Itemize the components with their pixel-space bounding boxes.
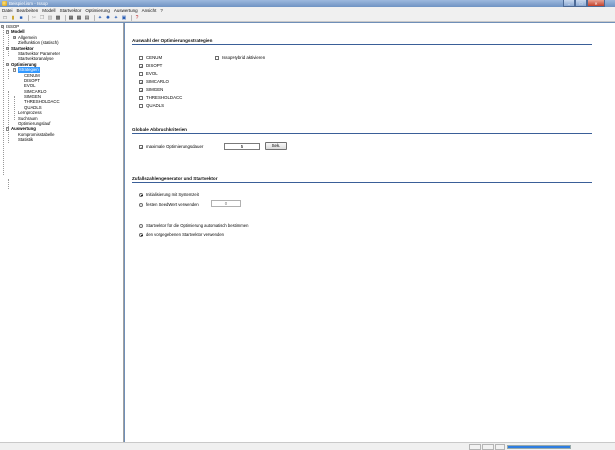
run-icon[interactable]: ✦ [113,15,119,21]
checkbox-box [139,95,143,100]
copy-icon[interactable]: ❐ [39,15,45,21]
menu-ansicht[interactable]: Ansicht [142,8,157,13]
menu-bearbeiten[interactable]: Bearbeiten [17,8,39,13]
collapse-icon[interactable]: − [6,30,10,34]
checkmark-icon: ✓ [139,87,144,93]
checkbox-max-duration[interactable]: ✓ maximale Optimierungsdauer [139,144,203,149]
strategies-section-title: Auswahl der Optimierungsstrategien [132,38,213,43]
menu-auswertung[interactable]: Auswertung [114,8,138,13]
collapse-icon[interactable]: − [6,62,10,67]
checkmark-icon: ✓ [139,79,144,85]
checkmark-icon: ✓ [139,63,144,69]
checkbox-simgen[interactable]: ✓ SIMGEN [139,87,163,92]
radio-selected-icon [139,232,143,237]
start-icon[interactable]: ✦ [97,15,103,21]
tree-line [8,179,9,189]
menu-modell[interactable]: Modell [42,8,55,13]
checkbox-box [139,55,143,60]
toolbar: □ ▮ ■ ✂ ❐ ▧ ▩ ▦ ▦ ▤ ✦ ✹ ✦ ▣ ? [0,14,615,22]
radio-given-start-vector[interactable]: den vorgegebenen Startvektor verwenden [139,232,224,237]
seed-value-input[interactable]: 0 [211,200,241,207]
radio-auto-start-vector[interactable]: Startvektor für die Optimierung automati… [139,223,248,228]
status-cell [482,444,494,450]
minimize-icon[interactable]: – [563,0,575,7]
toolbar-separator [94,14,95,21]
checkbox-quadls[interactable]: QUADLS [139,103,164,108]
max-duration-input[interactable]: 5 [224,143,260,150]
checkbox-simcarlo[interactable]: ✓ SIMCARLO [139,79,169,84]
window-controls: – □ ✕ [563,0,605,7]
settings-icon[interactable]: ✹ [105,15,111,21]
radio-init-system-time[interactable]: Initialisierung mit Systemzeit [139,192,199,197]
navigation-tree: − ISSOP − Modell + Allgemein Zielfunktio… [0,23,124,442]
unit-seconds-button[interactable]: Sek. [265,142,287,150]
checkbox-issophybrid[interactable]: IssopHybrid aktivieren [215,55,265,60]
expand-icon[interactable]: + [13,35,17,40]
collapse-icon[interactable]: − [6,46,10,50]
radio-selected-icon [139,192,143,197]
progress-fill [508,446,570,448]
radio-fixed-seed[interactable]: festen SeedWert verwenden [139,202,199,207]
menu-help[interactable]: ? [160,8,163,13]
help-icon[interactable]: ? [134,15,140,21]
checkbox-box [139,71,143,76]
random-section-title: Zufallszahlengenerator und Startvektor [132,176,218,181]
abort-section-title: Globale Abbruchkriterien [132,127,187,132]
progress-bar [507,445,571,449]
toolbar-separator [131,14,132,21]
menu-startvektor[interactable]: Startvektor [60,8,82,13]
section-divider [132,182,592,183]
checkbox-box [215,55,219,60]
checkmark-icon: ✓ [139,144,144,150]
collapse-icon[interactable]: − [6,127,10,131]
close-icon[interactable]: ✕ [587,0,605,7]
model-icon[interactable]: ▦ [68,15,74,21]
section-divider [132,133,592,134]
title-bar: Beispiel.ism - Issop – □ ✕ [0,0,615,7]
new-file-icon[interactable]: □ [2,15,8,21]
collapse-icon[interactable]: − [1,25,5,29]
menu-datei[interactable]: Datei [2,8,13,13]
checkbox-cenum[interactable]: CENUM [139,55,162,60]
cut-icon[interactable]: ✂ [31,15,37,21]
radio-icon [139,223,143,228]
tree-item-statistik[interactable]: Statistik [0,137,123,142]
table-icon[interactable]: ▦ [76,15,82,21]
radio-icon [139,202,143,207]
section-divider [132,44,592,45]
checkbox-dissopt[interactable]: ✓ DISOPT [139,63,162,68]
checkbox-box [139,103,143,108]
toolbar-separator [65,14,66,21]
app-icon [2,1,7,6]
settings-panel: Auswahl der Optimierungsstrategien CENUM… [125,23,615,442]
paste-icon[interactable]: ▧ [47,15,53,21]
collapse-icon[interactable]: − [13,68,17,72]
print-icon[interactable]: ▩ [55,15,61,21]
status-cell [495,444,505,450]
toolbar-separator [28,14,29,21]
menu-optimierung[interactable]: Optimierung [85,8,110,13]
open-folder-icon[interactable]: ▮ [10,15,16,21]
checkbox-thresholdacc[interactable]: THRESHOLDACC [139,95,182,100]
chart-icon[interactable]: ▤ [84,15,90,21]
maximize-icon[interactable]: □ [575,0,587,7]
checkbox-evol[interactable]: EVOL [139,71,158,76]
menu-bar: Datei Bearbeiten Modell Startvektor Opti… [0,7,615,14]
save-icon[interactable]: ■ [18,15,24,21]
status-bar [0,442,615,450]
status-cell [469,444,481,450]
export-icon[interactable]: ▣ [121,15,127,21]
window-title: Beispiel.ism - Issop [9,1,48,6]
